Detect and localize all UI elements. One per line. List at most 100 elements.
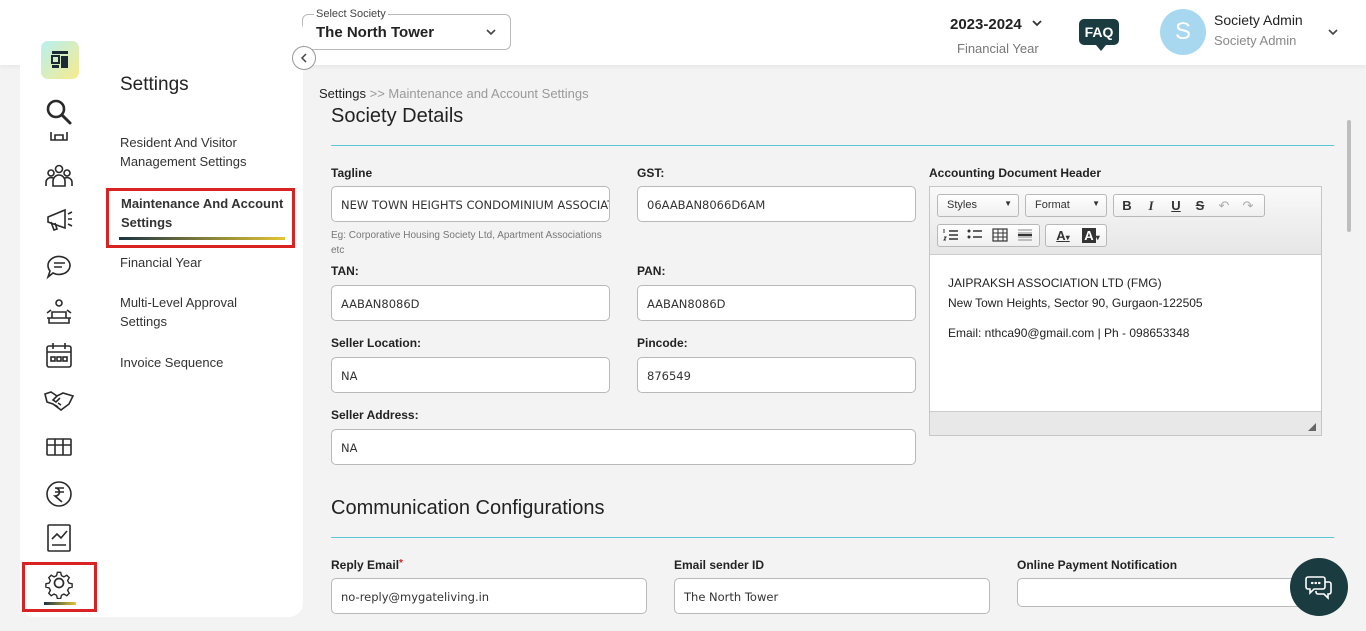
online-payment-notification-input[interactable] (1017, 578, 1317, 607)
undo-icon[interactable]: ↶ (1215, 198, 1233, 214)
redo-icon[interactable]: ↷ (1239, 198, 1257, 214)
amenities-icon[interactable] (43, 296, 75, 328)
home-icon[interactable] (43, 128, 75, 142)
editor-toolbar: Styles ▼ Format ▼ B I U S ↶ ↷ A▾ A ▾ (930, 187, 1321, 255)
seller-address-label: Seller Address: (331, 408, 419, 422)
editor-line: JAIPRAKSH ASSOCIATION LTD (FMG) (948, 276, 1162, 290)
email-sender-id-label: Email sender ID (674, 558, 765, 572)
section-title-communication: Communication Configurations (331, 497, 605, 519)
reply-email-label-text: Reply Email (331, 558, 400, 572)
editor-footer (930, 411, 1321, 435)
pincode-input[interactable]: 876549 (637, 357, 916, 393)
required-marker: * (399, 558, 403, 569)
search-icon[interactable] (43, 96, 75, 128)
user-name: Society Admin (1214, 12, 1303, 28)
accounts-icon[interactable] (43, 478, 75, 510)
dropdown-arrow-icon: ▼ (1004, 199, 1012, 208)
accounting-header-label: Accounting Document Header (929, 166, 1102, 180)
assets-icon[interactable] (43, 430, 75, 462)
menu-item-multi-level-approval[interactable]: Multi-Level Approval Settings (120, 293, 280, 331)
menu-item-maintenance-account[interactable]: Maintenance And Account Settings (106, 188, 295, 248)
breadcrumb-current: Maintenance and Account Settings (388, 86, 589, 101)
seller-location-label: Seller Location: (331, 336, 422, 350)
text-color-icon[interactable]: A▾ (1051, 228, 1075, 244)
active-nav-highlight (22, 562, 97, 612)
collapse-sidebar-button[interactable] (292, 46, 316, 70)
residents-icon[interactable] (43, 160, 75, 192)
email-sender-id-input[interactable]: The North Tower (674, 578, 990, 614)
numbered-list-icon[interactable] (942, 228, 960, 244)
editor-line: Email: nthca90@gmail.com | Ph - 09865334… (948, 326, 1190, 340)
table-icon[interactable] (991, 228, 1009, 244)
background-color-icon[interactable]: A ▾ (1079, 228, 1103, 244)
italic-button[interactable]: I (1142, 198, 1160, 214)
tagline-hint: Eg: Corporative Housing Society Ltd, Apa… (331, 230, 602, 256)
underline-button[interactable]: U (1167, 198, 1185, 214)
seller-location-input[interactable]: NA (331, 357, 610, 393)
menu-item-label: Maintenance And Account Settings (121, 196, 284, 230)
society-select[interactable]: Select Society The North Tower (302, 8, 511, 50)
tagline-label: Tagline (331, 166, 373, 180)
notices-icon[interactable] (43, 204, 75, 236)
dropdown-arrow-icon: ▼ (1092, 199, 1100, 208)
horizontal-line-icon[interactable] (1016, 228, 1034, 244)
reply-email-input[interactable]: no-reply@mygateliving.in (331, 578, 647, 614)
reply-email-label: Reply Email* (331, 558, 403, 572)
user-role: Society Admin (1214, 33, 1297, 48)
online-payment-notification-label: Online Payment Notification (1017, 558, 1178, 572)
resize-handle-icon[interactable] (1308, 423, 1316, 431)
section-divider (331, 537, 1334, 538)
text-style-group: B I U S ↶ ↷ (1113, 194, 1265, 217)
society-select-value: The North Tower (316, 24, 435, 41)
financial-year-selector[interactable]: 2023-2024 Financial Year (950, 16, 1042, 56)
pincode-label: Pincode: (637, 336, 688, 350)
breadcrumb-separator: >> (369, 86, 385, 101)
chevron-left-icon (300, 53, 307, 63)
gst-input[interactable]: 06AABAN8066D6AM (637, 186, 916, 222)
bulleted-list-icon[interactable] (966, 228, 984, 244)
editor-line: New Town Heights, Sector 90, Gurgaon-122… (948, 296, 1203, 310)
styles-dropdown-label: Styles (947, 199, 977, 211)
reports-icon[interactable] (43, 522, 75, 554)
rich-text-editor: Styles ▼ Format ▼ B I U S ↶ ↷ A▾ A ▾ JAI… (929, 186, 1322, 436)
financial-year-value: 2023-2024 (950, 16, 1022, 33)
format-dropdown-label: Format (1035, 199, 1070, 211)
menu-item-resident-visitor[interactable]: Resident And Visitor Management Settings (120, 133, 280, 171)
strikethrough-button[interactable]: S (1191, 198, 1209, 214)
format-dropdown[interactable]: Format ▼ (1025, 194, 1107, 217)
tagline-input[interactable]: NEW TOWN HEIGHTS CONDOMINIUM ASSOCIATIO (331, 186, 610, 222)
styles-dropdown[interactable]: Styles ▼ (937, 194, 1019, 217)
menu-item-financial-year[interactable]: Financial Year (120, 253, 280, 272)
scrollbar-thumb[interactable] (1347, 120, 1351, 232)
bold-button[interactable]: B (1118, 198, 1136, 214)
color-group: A▾ A ▾ (1045, 224, 1107, 247)
chevron-down-icon (1032, 20, 1042, 27)
section-divider (331, 145, 1334, 146)
calendar-icon[interactable] (43, 340, 75, 372)
society-select-label: Select Society (314, 8, 388, 20)
faq-button[interactable]: FAQ (1079, 19, 1119, 51)
helpdesk-icon[interactable] (43, 250, 75, 282)
tan-input[interactable]: AABAN8086D (331, 285, 610, 321)
breadcrumb: Settings >> Maintenance and Account Sett… (319, 86, 589, 101)
menu-item-invoice-sequence[interactable]: Invoice Sequence (120, 353, 280, 372)
active-indicator (44, 602, 76, 605)
gst-label: GST: (637, 166, 665, 180)
editor-content[interactable]: JAIPRAKSH ASSOCIATION LTD (FMG) New Town… (948, 273, 1203, 343)
chevron-down-icon (486, 29, 496, 36)
logo-icon (51, 51, 68, 68)
vendors-icon[interactable] (43, 384, 75, 416)
pan-label: PAN: (637, 264, 666, 278)
section-title-society-details: Society Details (331, 105, 464, 127)
settings-menu-title: Settings (120, 74, 189, 95)
chat-button[interactable] (1290, 558, 1348, 616)
chevron-down-icon[interactable] (1326, 25, 1340, 39)
seller-address-input[interactable]: NA (331, 429, 916, 465)
pan-input[interactable]: AABAN8086D (637, 285, 916, 321)
app-logo[interactable] (41, 41, 79, 79)
avatar[interactable]: S (1160, 9, 1206, 55)
active-indicator (119, 237, 285, 240)
list-table-group (937, 224, 1040, 247)
financial-year-label: Financial Year (957, 41, 1039, 56)
breadcrumb-root[interactable]: Settings (319, 86, 366, 101)
